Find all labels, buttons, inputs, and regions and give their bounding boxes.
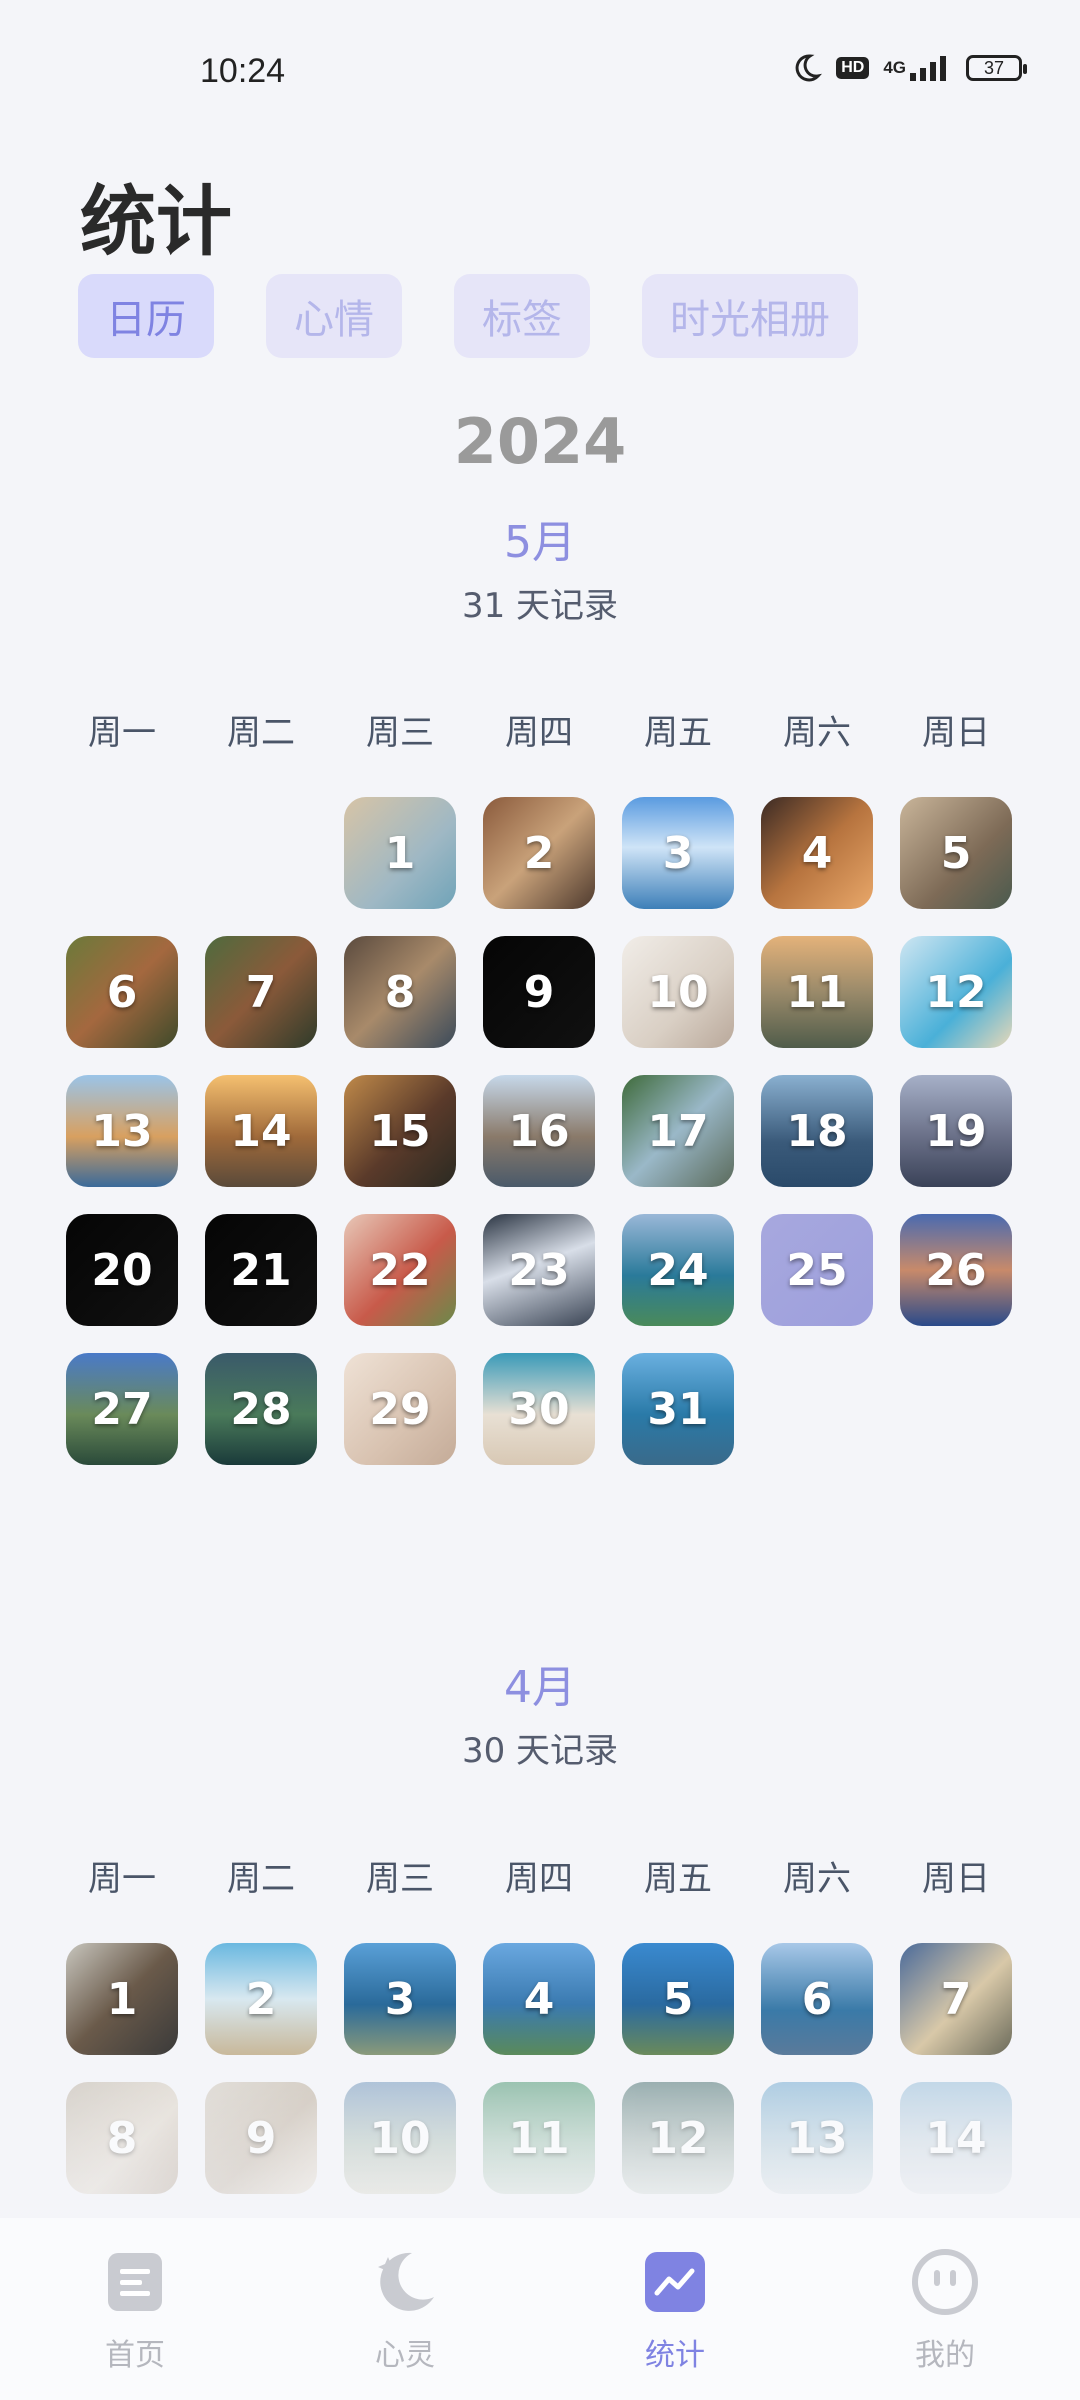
tab-album[interactable]: 时光相册 bbox=[642, 274, 858, 358]
bottom-nav: 首页 心灵 统计 我的 bbox=[0, 2218, 1080, 2400]
nav-mine[interactable]: 我的 bbox=[810, 2218, 1080, 2400]
calendar-day[interactable]: 12 bbox=[622, 2082, 734, 2194]
status-bar: 10:24 HD 4G 37 bbox=[0, 0, 1080, 150]
calendar-day[interactable]: 13 bbox=[761, 2082, 873, 2194]
year-label: 2024 bbox=[453, 405, 627, 478]
month-record-count: 31 天记录 bbox=[461, 586, 619, 626]
document-icon bbox=[101, 2248, 169, 2316]
calendar-day[interactable]: 15 bbox=[344, 1075, 456, 1187]
tab-calendar[interactable]: 日历 bbox=[78, 274, 214, 358]
calendar-day[interactable]: 31 bbox=[622, 1353, 734, 1465]
calendar-day[interactable]: 19 bbox=[900, 1075, 1012, 1187]
weekday-label: 周一 bbox=[88, 713, 156, 753]
calendar-day[interactable]: 2 bbox=[205, 1943, 317, 2055]
moon-star-icon bbox=[371, 2248, 439, 2316]
weekday-label: 周日 bbox=[922, 713, 990, 753]
calendar-day[interactable]: 3 bbox=[622, 797, 734, 909]
calendar-day[interactable]: 30 bbox=[483, 1353, 595, 1465]
weekday-label: 周四 bbox=[505, 713, 573, 753]
calendar-day[interactable]: 21 bbox=[205, 1214, 317, 1326]
calendar-day[interactable]: 26 bbox=[900, 1214, 1012, 1326]
calendar-day[interactable]: 3 bbox=[344, 1943, 456, 2055]
calendar-day[interactable]: 11 bbox=[483, 2082, 595, 2194]
calendar-day[interactable]: 9 bbox=[205, 2082, 317, 2194]
battery-icon: 37 bbox=[966, 55, 1027, 81]
weekday-label: 周二 bbox=[227, 713, 295, 753]
calendar-day[interactable]: 6 bbox=[761, 1943, 873, 2055]
page-title: 统计 bbox=[80, 177, 232, 266]
weekday-label: 周五 bbox=[644, 713, 712, 753]
moon-icon bbox=[790, 52, 823, 84]
weekday-label: 周一 bbox=[88, 1859, 156, 1899]
calendar-day[interactable]: 1 bbox=[66, 1943, 178, 2055]
calendar-day[interactable]: 5 bbox=[900, 797, 1012, 909]
calendar-day[interactable]: 23 bbox=[483, 1214, 595, 1326]
nav-label: 心灵 bbox=[375, 2338, 435, 2373]
weekday-label: 周二 bbox=[227, 1859, 295, 1899]
calendar-day[interactable]: 4 bbox=[483, 1943, 595, 2055]
calendar-day[interactable]: 1 bbox=[344, 797, 456, 909]
calendar-day[interactable]: 14 bbox=[205, 1075, 317, 1187]
nav-label: 首页 bbox=[105, 2338, 165, 2373]
tab-mood[interactable]: 心情 bbox=[266, 274, 402, 358]
face-icon bbox=[911, 2248, 979, 2316]
calendar-day[interactable]: 5 bbox=[622, 1943, 734, 2055]
weekday-label: 周六 bbox=[783, 713, 851, 753]
month-may: 5月 31 天记录 bbox=[0, 508, 1080, 634]
calendar-day[interactable]: 8 bbox=[66, 2082, 178, 2194]
tab-tags[interactable]: 标签 bbox=[454, 274, 590, 358]
calendar-day[interactable]: 14 bbox=[900, 2082, 1012, 2194]
calendar-day[interactable]: 22 bbox=[344, 1214, 456, 1326]
chart-icon bbox=[641, 2248, 709, 2316]
calendar-day[interactable]: 2 bbox=[483, 797, 595, 909]
hd-icon: HD bbox=[836, 57, 870, 79]
calendar-day[interactable]: 28 bbox=[205, 1353, 317, 1465]
month-title: 5月 bbox=[504, 517, 576, 568]
month-record-count: 30 天记录 bbox=[461, 1731, 619, 1771]
weekday-label: 周三 bbox=[366, 1859, 434, 1899]
calendar-day[interactable]: 18 bbox=[761, 1075, 873, 1187]
calendar-day[interactable]: 4 bbox=[761, 797, 873, 909]
calendar-day[interactable]: 13 bbox=[66, 1075, 178, 1187]
nav-soul[interactable]: 心灵 bbox=[270, 2218, 540, 2400]
weekday-label: 周日 bbox=[922, 1859, 990, 1899]
calendar-day[interactable]: 20 bbox=[66, 1214, 178, 1326]
calendar-day[interactable]: 10 bbox=[344, 2082, 456, 2194]
weekday-label: 周五 bbox=[644, 1859, 712, 1899]
weekday-label: 周四 bbox=[505, 1859, 573, 1899]
signal-icon: 4G bbox=[883, 53, 952, 83]
status-icons: HD 4G 37 bbox=[790, 52, 1027, 84]
status-time: 10:24 bbox=[200, 52, 286, 90]
calendar-day[interactable]: 29 bbox=[344, 1353, 456, 1465]
calendar-day[interactable]: 12 bbox=[900, 936, 1012, 1048]
nav-stats[interactable]: 统计 bbox=[540, 2218, 810, 2400]
nav-label: 统计 bbox=[645, 2338, 705, 2373]
nav-label: 我的 bbox=[915, 2338, 975, 2373]
calendar-day[interactable]: 7 bbox=[900, 1943, 1012, 2055]
month-april: 4月 30 天记录 bbox=[0, 1653, 1080, 1779]
weekday-label: 周三 bbox=[366, 713, 434, 753]
calendar-day[interactable]: 11 bbox=[761, 936, 873, 1048]
calendar-day[interactable]: 27 bbox=[66, 1353, 178, 1465]
calendar-day[interactable]: 24 bbox=[622, 1214, 734, 1326]
calendar-day[interactable]: 8 bbox=[344, 936, 456, 1048]
weekday-label: 周六 bbox=[783, 1859, 851, 1899]
month-title: 4月 bbox=[504, 1662, 576, 1713]
nav-home[interactable]: 首页 bbox=[0, 2218, 270, 2400]
calendar-day[interactable]: 16 bbox=[483, 1075, 595, 1187]
network-label: 4G bbox=[883, 58, 906, 77]
calendar-day[interactable]: 9 bbox=[483, 936, 595, 1048]
calendar-day[interactable]: 7 bbox=[205, 936, 317, 1048]
calendar-day[interactable]: 17 bbox=[622, 1075, 734, 1187]
calendar-day[interactable]: 10 bbox=[622, 936, 734, 1048]
tab-bar: 日历 心情 标签 时光相册 bbox=[78, 274, 858, 358]
calendar-day[interactable]: 6 bbox=[66, 936, 178, 1048]
calendar-day[interactable]: 25 bbox=[761, 1214, 873, 1326]
